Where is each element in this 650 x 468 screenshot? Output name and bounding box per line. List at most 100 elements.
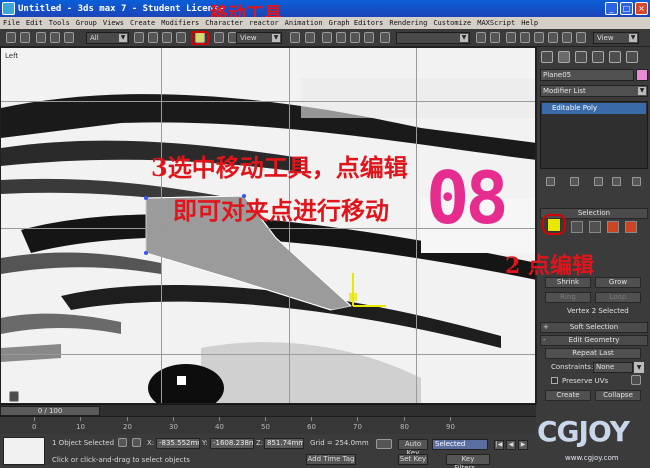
goto-start-icon[interactable]: |◀ xyxy=(494,440,504,450)
named-selection-set-dropdown[interactable]: ▼ xyxy=(396,32,470,44)
menu-maxscript[interactable]: MAXScript xyxy=(474,19,518,27)
x-coordinate-field[interactable]: -835.552mm xyxy=(156,438,200,449)
menu-animation[interactable]: Animation xyxy=(282,19,326,27)
edit-geometry-rollout[interactable]: - Edit Geometry xyxy=(540,335,648,346)
configure-sets-icon[interactable] xyxy=(632,177,641,186)
schematic-view-icon[interactable] xyxy=(534,32,544,43)
time-slider[interactable]: 0 / 100 xyxy=(0,404,536,416)
constraints-dropdown[interactable]: None xyxy=(593,362,633,373)
set-key-button[interactable]: Set Key xyxy=(398,454,428,465)
show-end-result-icon[interactable] xyxy=(570,177,579,186)
object-name-field[interactable]: Plane05 xyxy=(540,69,634,81)
unlink-icon[interactable] xyxy=(50,32,60,43)
add-time-tag-button[interactable]: Add Time Tag xyxy=(306,454,356,465)
menu-tools[interactable]: Tools xyxy=(46,19,73,27)
menu-reactor[interactable]: reactor xyxy=(246,19,282,27)
minimize-button[interactable]: _ xyxy=(605,2,618,15)
play-icon[interactable]: ▶ xyxy=(518,440,528,450)
create-tab-icon[interactable] xyxy=(541,51,553,63)
close-button[interactable]: × xyxy=(635,2,648,15)
create-button[interactable]: Create xyxy=(545,390,591,401)
border-mode-icon[interactable] xyxy=(589,221,601,233)
viewport-label[interactable]: Left xyxy=(5,52,18,60)
make-unique-icon[interactable] xyxy=(594,177,603,186)
edge-mode-icon[interactable] xyxy=(571,221,583,233)
menu-rendering[interactable]: Rendering xyxy=(386,19,430,27)
reference-coordinate-dropdown[interactable]: View ▼ xyxy=(236,32,282,44)
edit-geometry-title: Edit Geometry xyxy=(568,336,620,344)
absolute-mode-icon[interactable] xyxy=(132,438,141,447)
preserve-uvs-checkbox[interactable] xyxy=(551,377,558,384)
menu-help[interactable]: Help xyxy=(518,19,541,27)
rotate-tool-icon[interactable] xyxy=(214,32,224,43)
maximize-button[interactable]: □ xyxy=(620,2,633,15)
spinner-snap-icon[interactable] xyxy=(364,32,374,43)
modify-tab-icon[interactable] xyxy=(558,51,570,63)
remove-modifier-icon[interactable] xyxy=(612,177,621,186)
layer-manager-icon[interactable] xyxy=(506,32,516,43)
y-coordinate-field[interactable]: -1608.238m xyxy=(210,438,254,449)
motion-tab-icon[interactable] xyxy=(592,51,604,63)
select-object-icon[interactable] xyxy=(134,32,144,43)
menu-file[interactable]: File xyxy=(0,19,23,27)
rectangular-selection-icon[interactable] xyxy=(162,32,172,43)
settings-icon[interactable] xyxy=(631,375,641,385)
z-coordinate-field[interactable]: 851.74mm xyxy=(264,438,304,449)
menu-views[interactable]: Views xyxy=(100,19,127,27)
render-view-dropdown[interactable]: View ▼ xyxy=(593,32,639,44)
angle-snap-icon[interactable] xyxy=(336,32,346,43)
undo-icon[interactable] xyxy=(6,32,16,43)
key-filters-button[interactable]: Key Filters... xyxy=(446,454,490,468)
selection-filter-dropdown[interactable]: All ▼ xyxy=(86,32,129,44)
percent-snap-icon[interactable] xyxy=(350,32,360,43)
collapse-button[interactable]: Collapse xyxy=(595,390,641,401)
display-tab-icon[interactable] xyxy=(609,51,621,63)
hierarchy-tab-icon[interactable] xyxy=(575,51,587,63)
snaps-toggle-icon[interactable] xyxy=(322,32,332,43)
menu-modifiers[interactable]: Modifiers xyxy=(158,19,202,27)
utilities-tab-icon[interactable] xyxy=(626,51,638,63)
soft-selection-rollout[interactable]: + Soft Selection xyxy=(540,322,648,333)
menu-customize[interactable]: Customize xyxy=(430,19,474,27)
named-selection-icon[interactable] xyxy=(380,32,390,43)
material-editor-icon[interactable] xyxy=(548,32,558,43)
menu-graph-editors[interactable]: Graph Editors xyxy=(326,19,387,27)
key-set-dropdown[interactable]: Selected xyxy=(432,439,488,450)
pivot-center-icon[interactable] xyxy=(290,32,300,43)
menu-character[interactable]: Character xyxy=(202,19,246,27)
maxscript-listener-mini[interactable] xyxy=(3,437,45,465)
prev-frame-icon[interactable]: ◀ xyxy=(506,440,516,450)
redo-icon[interactable] xyxy=(20,32,30,43)
mirror-icon[interactable] xyxy=(476,32,486,43)
menu-edit[interactable]: Edit xyxy=(23,19,46,27)
auto-key-button[interactable]: Auto Key xyxy=(398,439,428,457)
polygon-mode-icon[interactable] xyxy=(607,221,619,233)
track-bar[interactable]: 0 10 20 30 40 50 60 70 80 90 xyxy=(0,416,536,434)
select-manipulate-icon[interactable] xyxy=(305,32,315,43)
curve-editor-icon[interactable] xyxy=(520,32,530,43)
bind-space-warp-icon[interactable] xyxy=(64,32,74,43)
modifier-list-dropdown[interactable]: Modifier List ▼ xyxy=(540,85,648,97)
repeat-last-button[interactable]: Repeat Last xyxy=(545,348,641,359)
pin-stack-icon[interactable] xyxy=(546,177,555,186)
select-by-name-icon[interactable] xyxy=(148,32,158,43)
object-color-swatch[interactable] xyxy=(636,69,648,81)
ring-button[interactable]: Ring xyxy=(545,292,591,303)
element-mode-icon[interactable] xyxy=(625,221,637,233)
menu-group[interactable]: Group xyxy=(73,19,100,27)
set-key-icon[interactable] xyxy=(376,439,392,449)
chevron-down-icon[interactable]: ▼ xyxy=(634,362,644,373)
quick-render-icon[interactable] xyxy=(576,32,586,43)
time-slider-thumb[interactable]: 0 / 100 xyxy=(0,406,100,416)
loop-button[interactable]: Loop xyxy=(595,292,641,303)
lock-selection-icon[interactable] xyxy=(118,438,127,447)
stack-item-editable-poly[interactable]: Editable Poly xyxy=(542,103,646,114)
link-icon[interactable] xyxy=(36,32,46,43)
grow-button[interactable]: Grow xyxy=(595,277,641,288)
align-icon[interactable] xyxy=(490,32,500,43)
grid-line xyxy=(416,48,417,403)
render-scene-icon[interactable] xyxy=(562,32,572,43)
left-viewport[interactable]: 08 Left 3选中移动工具，点编辑 即可对夹点进行移动 xyxy=(0,47,536,404)
menu-create[interactable]: Create xyxy=(127,19,158,27)
window-crossing-icon[interactable] xyxy=(176,32,186,43)
